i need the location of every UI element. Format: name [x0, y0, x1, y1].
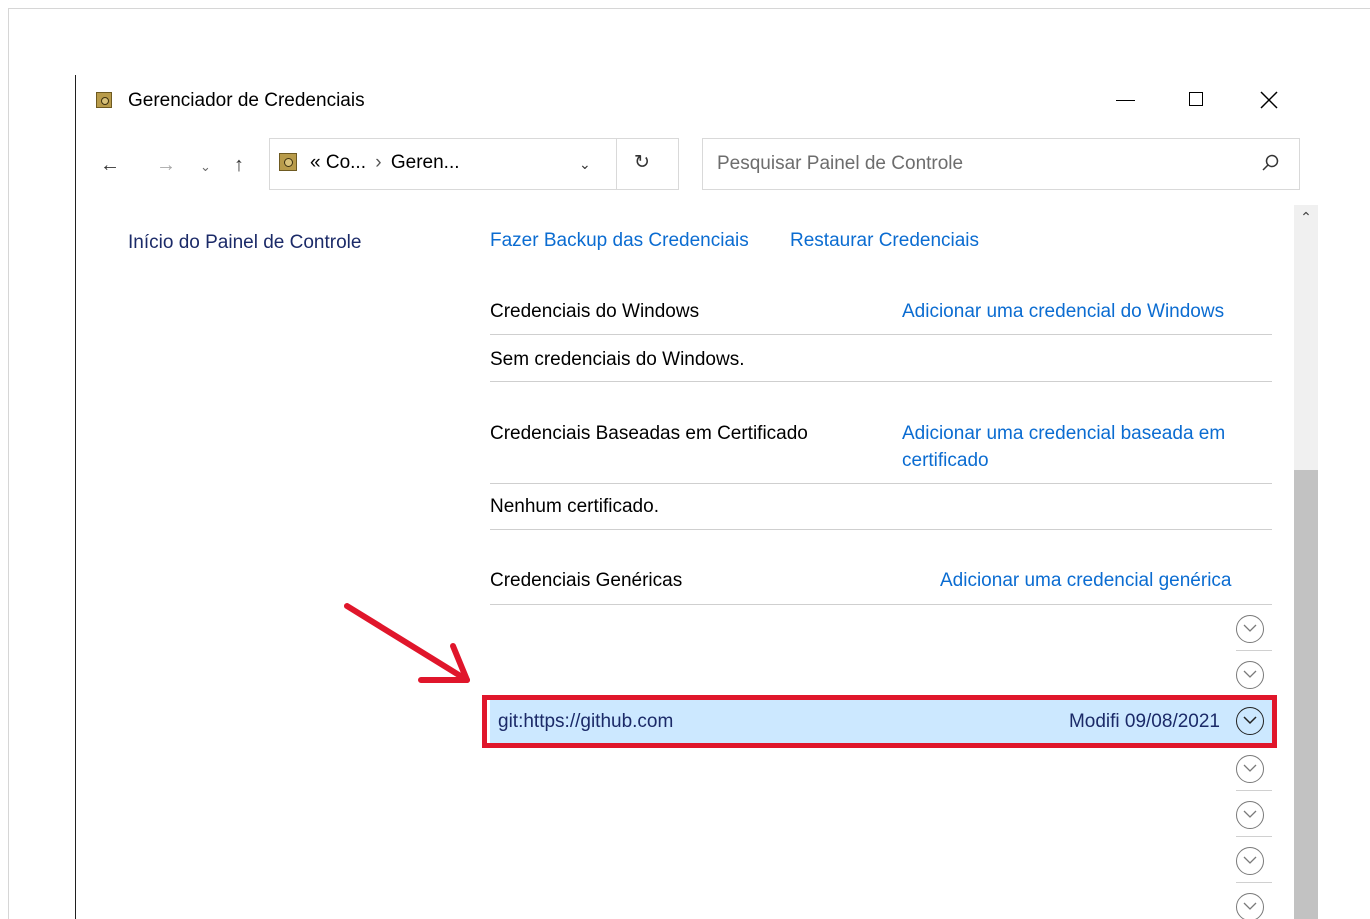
- breadcrumb-overflow[interactable]: «: [310, 152, 321, 173]
- control-panel-icon: [279, 153, 297, 171]
- add-windows-credential-link[interactable]: Adicionar uma credencial do Windows: [902, 301, 1224, 323]
- section-divider: [490, 334, 1272, 335]
- close-icon: [1260, 91, 1278, 109]
- back-button[interactable]: ←: [100, 155, 120, 175]
- breadcrumb: « Co... › Geren...: [310, 152, 460, 174]
- add-generic-credential-link[interactable]: Adicionar uma credencial genérica: [940, 570, 1232, 592]
- credential-vault-icon: [96, 92, 112, 108]
- chevron-down-icon: [1243, 716, 1257, 725]
- expand-button[interactable]: [1236, 801, 1264, 829]
- credential-row-selected[interactable]: git:https://github.com Modifi 09/08/2021: [490, 699, 1272, 745]
- breadcrumb-credential-manager[interactable]: Geren...: [391, 152, 460, 173]
- credential-row[interactable]: [490, 883, 1272, 919]
- address-bar[interactable]: « Co... › Geren... ⌄ ↻: [269, 138, 679, 190]
- expand-button[interactable]: [1236, 707, 1264, 735]
- credential-row[interactable]: [490, 791, 1272, 837]
- title-bar: Gerenciador de Credenciais: [76, 75, 1370, 125]
- refresh-button[interactable]: ↻: [634, 151, 650, 174]
- chevron-down-icon: [1243, 764, 1257, 772]
- backup-credentials-link[interactable]: Fazer Backup das Credenciais: [490, 230, 749, 252]
- search-box: [702, 138, 1300, 190]
- expand-button[interactable]: [1236, 755, 1264, 783]
- breadcrumb-chevron[interactable]: ›: [371, 152, 385, 173]
- credential-name: git:https://github.com: [498, 711, 674, 732]
- credential-row[interactable]: [490, 651, 1272, 697]
- add-certificate-credential-link[interactable]: Adicionar uma credencial baseada em cert…: [902, 420, 1282, 474]
- chevron-down-icon: [1243, 856, 1257, 864]
- chevron-down-icon: [1243, 624, 1257, 632]
- credential-manager-window: Gerenciador de Credenciais ← → ⌄ ↑ « Co.…: [75, 75, 1370, 919]
- control-panel-home-link[interactable]: Início do Painel de Controle: [128, 232, 361, 254]
- window-title: Gerenciador de Credenciais: [128, 90, 365, 111]
- credential-modified-date: Modifi 09/08/2021: [1068, 711, 1220, 732]
- section-divider: [490, 529, 1272, 530]
- address-dropdown-button[interactable]: ⌄: [579, 156, 591, 173]
- credential-row[interactable]: [490, 745, 1272, 791]
- search-input[interactable]: [717, 151, 1237, 177]
- recent-locations-button[interactable]: ⌄: [200, 157, 211, 177]
- annotation-arrow-icon: [344, 603, 470, 683]
- up-button[interactable]: ↑: [234, 155, 244, 175]
- chevron-down-icon: [1243, 902, 1257, 910]
- credential-row[interactable]: [490, 837, 1272, 883]
- address-divider: [616, 139, 617, 189]
- windows-credentials-heading: Credenciais do Windows: [490, 301, 700, 322]
- breadcrumb-control-panel[interactable]: Co...: [326, 152, 366, 173]
- restore-credentials-link[interactable]: Restaurar Credenciais: [790, 230, 979, 252]
- section-divider: [490, 483, 1272, 484]
- expand-button[interactable]: [1236, 893, 1264, 919]
- maximize-button[interactable]: [1174, 83, 1220, 117]
- expand-button[interactable]: [1236, 661, 1264, 689]
- search-icon[interactable]: [1261, 153, 1281, 173]
- forward-button[interactable]: →: [156, 155, 176, 175]
- minimize-button[interactable]: [1102, 83, 1148, 117]
- navigation-bar: ← → ⌄ ↑ « Co... › Geren... ⌄ ↻: [76, 133, 1370, 193]
- credential-row[interactable]: [490, 605, 1272, 651]
- certificate-credentials-empty: Nenhum certificado.: [490, 496, 659, 517]
- expand-button[interactable]: [1236, 615, 1264, 643]
- scroll-up-button[interactable]: ⌃: [1294, 205, 1318, 229]
- certificate-credentials-heading: Credenciais Baseadas em Certificado: [490, 423, 808, 444]
- close-button[interactable]: [1246, 83, 1292, 117]
- generic-credentials-heading: Credenciais Genéricas: [490, 570, 683, 591]
- section-divider: [490, 381, 1272, 382]
- scrollbar-thumb[interactable]: [1294, 470, 1318, 919]
- chevron-down-icon: [1243, 810, 1257, 818]
- expand-button[interactable]: [1236, 847, 1264, 875]
- windows-credentials-empty: Sem credenciais do Windows.: [490, 349, 745, 370]
- chevron-down-icon: [1243, 670, 1257, 678]
